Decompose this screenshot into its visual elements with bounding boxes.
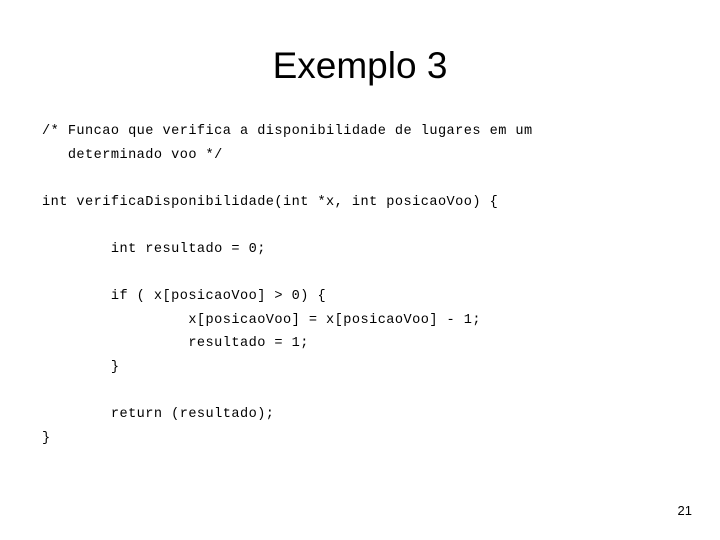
code-line: }: [42, 359, 120, 375]
slide: Exemplo 3 /* Funcao que verifica a dispo…: [0, 0, 720, 540]
code-line: x[posicaoVoo] = x[posicaoVoo] - 1;: [42, 312, 481, 328]
page-title: Exemplo 3: [272, 45, 448, 86]
code-line: resultado = 1;: [42, 336, 309, 352]
code-line: /* Funcao que verifica a disponibilidade…: [42, 124, 533, 139]
code-line: int resultado = 0;: [42, 241, 266, 257]
page-number: 21: [677, 503, 692, 518]
code-line: }: [42, 430, 51, 446]
code-line: int verificaDisponibilidade(int *x, int …: [42, 194, 499, 210]
code-line: return (resultado);: [42, 407, 275, 423]
code-block: /* Funcao que verifica a disponibilidade…: [42, 120, 682, 450]
code-line: determinado voo */: [42, 147, 223, 163]
code-line: if ( x[posicaoVoo] > 0) {: [42, 289, 327, 305]
